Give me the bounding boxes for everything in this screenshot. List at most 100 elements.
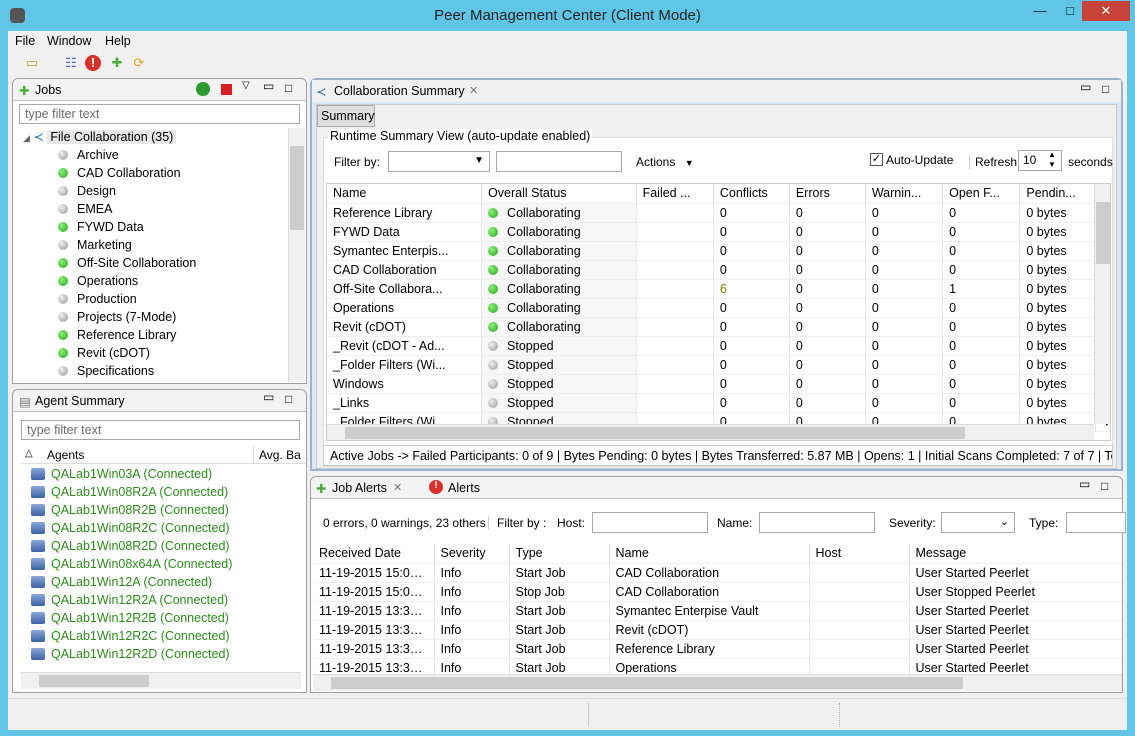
summary-column-header[interactable]: Open F... xyxy=(942,184,1021,204)
alerts-column-header[interactable]: Received Date xyxy=(313,544,435,564)
summary-table-row[interactable]: _LinksStopped00000 bytes▼00Stopped xyxy=(327,393,1110,413)
tree-item-job[interactable]: Marketing xyxy=(58,236,196,254)
jobs-filter-input[interactable]: type filter text xyxy=(19,104,300,124)
tree-item-job[interactable]: FYWD Data xyxy=(58,218,196,236)
collaboration-summary-tab[interactable]: Collaboration Summary xyxy=(334,84,465,98)
alerts-table-row[interactable]: 11-19-2015 15:01:18 Info Start Job CAD Coll… xyxy=(313,563,1122,583)
minimize-view-icon[interactable]: ▭ xyxy=(1080,80,1091,94)
spinner-arrows-icon[interactable]: ▲ ▼ xyxy=(1048,150,1056,170)
maximize-view-icon[interactable]: □ xyxy=(285,392,292,406)
tree-item-job[interactable]: Reference Library xyxy=(58,326,196,344)
filter-text-input[interactable] xyxy=(496,151,622,172)
alerts-table-row[interactable]: 11-19-2015 13:30:14 Info Start Job Operatio… xyxy=(313,658,1122,674)
tree-item-job[interactable]: Projects (7-Mode) xyxy=(58,308,196,326)
host-filter-input[interactable] xyxy=(592,512,708,533)
alert-icon[interactable]: ! xyxy=(85,55,101,71)
agent-list-item[interactable]: QALab1Win12A (Connected) xyxy=(21,573,301,591)
agent-list-item[interactable]: QALab1Win08R2C (Connected) xyxy=(21,519,301,537)
maximize-view-icon[interactable]: □ xyxy=(285,81,292,95)
minimize-view-icon[interactable]: ▭ xyxy=(263,390,274,404)
agents-filter-input[interactable]: type filter text xyxy=(21,420,300,440)
alerts-column-header[interactable]: Type xyxy=(509,544,610,564)
agents-column-header[interactable]: Agents xyxy=(47,448,84,462)
summary-column-header[interactable]: Errors xyxy=(789,184,866,204)
summary-hscrollbar[interactable] xyxy=(327,424,1094,440)
summary-vscrollbar[interactable] xyxy=(1094,184,1110,424)
agents-hscrollbar[interactable] xyxy=(21,672,301,689)
agent-list-item[interactable]: QALab1Win12R2A (Connected) xyxy=(21,591,301,609)
actions-menu[interactable]: Actions ▼ xyxy=(636,155,694,169)
minimize-view-icon[interactable]: ▭ xyxy=(1079,477,1090,491)
filter-by-select[interactable]: ▼ xyxy=(388,151,490,172)
summary-column-header[interactable]: Failed ... xyxy=(636,184,714,204)
summary-table-row[interactable]: CAD Collaboration Collaborating 0 0 0 0 0 byte… xyxy=(327,260,1110,280)
alerts-table-row[interactable]: 11-19-2015 15:01:18 Info Stop Job CAD Colla… xyxy=(313,582,1122,602)
maximize-view-icon[interactable]: □ xyxy=(1101,479,1108,493)
summary-column-header[interactable]: Pendin... xyxy=(1019,184,1097,204)
summary-table-row[interactable]: WindowsStopped00000 bytes▼00Stopped xyxy=(327,374,1110,394)
summary-table-row[interactable]: Revit (cDOT)Collaborating00000 bytes▼00C… xyxy=(327,317,1110,337)
agent-list-item[interactable]: QALab1Win08R2B (Connected) xyxy=(21,501,301,519)
summary-column-header[interactable]: Conflicts xyxy=(713,184,790,204)
maximize-view-icon[interactable]: □ xyxy=(1102,82,1109,96)
close-tab-icon[interactable]: ✕ xyxy=(469,84,478,97)
new-window-icon[interactable]: ▭ xyxy=(24,55,40,71)
puzzle-icon[interactable]: ✚ xyxy=(109,55,125,71)
agent-list-item[interactable]: QALab1Win08R2D (Connected) xyxy=(21,537,301,555)
summary-table-row[interactable]: Reference Library Collaborating 0 0 0 0 0 byte… xyxy=(327,203,1110,223)
tree-item-job[interactable]: Archive xyxy=(58,146,196,164)
alerts-column-header[interactable]: Message xyxy=(909,544,1122,564)
tree-item-job[interactable]: Off-Site Collaboration xyxy=(58,254,196,272)
minimize-button[interactable]: — xyxy=(1025,1,1055,21)
tree-item-job[interactable]: Production xyxy=(58,290,196,308)
tree-item-job[interactable]: Operations xyxy=(58,272,196,290)
agent-summary-tab[interactable]: Agent Summary xyxy=(35,394,125,408)
view-menu-icon[interactable]: ▽ xyxy=(242,80,250,91)
tree-item-job[interactable]: Revit (cDOT) xyxy=(58,344,196,362)
tree-item-job[interactable]: EMEA xyxy=(58,200,196,218)
summary-table-row[interactable]: FYWD DataCollaborating00000 bytes▼00Comp… xyxy=(327,222,1110,242)
start-job-icon[interactable] xyxy=(196,82,210,96)
minimize-view-icon[interactable]: ▭ xyxy=(263,79,274,93)
name-filter-input[interactable] xyxy=(759,512,875,533)
tree-root-file-collaboration[interactable]: ◢ ≺ File Collaboration (35) xyxy=(23,128,177,146)
severity-select[interactable]: ⌄ xyxy=(941,512,1015,533)
agent-list-item[interactable]: QALab1Win08R2A (Connected) xyxy=(21,483,301,501)
menu-help[interactable]: Help xyxy=(105,34,131,48)
alerts-table-row[interactable]: 11-19-2015 13:30:15 Info Start Job Referenc… xyxy=(313,639,1122,659)
close-tab-icon[interactable]: ✕ xyxy=(393,481,402,494)
jobs-tab[interactable]: Jobs xyxy=(35,83,61,97)
summary-column-header[interactable]: Name xyxy=(327,184,483,204)
summary-table-row[interactable]: Off-Site Collabora... Collaborating 6 0 0 1 0 … xyxy=(327,279,1110,299)
summary-table-row[interactable]: Symantec Enterpis... Collaborating 0 0 0 0 0 b… xyxy=(327,241,1110,261)
list-icon[interactable]: ☷ xyxy=(63,55,79,71)
sync-icon[interactable]: ⟳ xyxy=(131,55,147,71)
job-alerts-tab[interactable]: Job Alerts xyxy=(332,481,387,495)
type-filter-input[interactable] xyxy=(1066,512,1126,533)
alerts-column-header[interactable]: Severity xyxy=(434,544,510,564)
alerts-hscrollbar[interactable] xyxy=(313,674,1122,691)
stop-job-icon[interactable] xyxy=(221,84,232,95)
summary-table-row[interactable]: _Revit (cDOT - Ad...Stopped00000 bytes▼0… xyxy=(327,336,1110,356)
alerts-column-header[interactable]: Name xyxy=(609,544,810,564)
jobs-vscrollbar[interactable] xyxy=(288,128,305,382)
menu-file[interactable]: File xyxy=(15,34,35,48)
auto-update-checkbox[interactable]: ✓ xyxy=(870,153,883,166)
agent-list-item[interactable]: QALab1Win03A (Connected) xyxy=(21,465,301,483)
alerts-table-row[interactable]: 11-19-2015 13:30:15 Info Start Job Revit (c… xyxy=(313,620,1122,640)
agent-list-item[interactable]: QALab1Win12R2B (Connected) xyxy=(21,609,301,627)
agent-list-item[interactable]: QALab1Win12R2D (Connected) xyxy=(21,645,301,663)
summary-subtab[interactable]: Summary xyxy=(317,105,375,127)
menu-window[interactable]: Window xyxy=(47,34,91,48)
agent-list-item[interactable]: QALab1Win08x64A (Connected) xyxy=(21,555,301,573)
tree-item-job[interactable]: CAD Collaboration xyxy=(58,164,196,182)
summary-column-header[interactable]: Overall Status xyxy=(481,184,637,204)
summary-table-row[interactable]: OperationsCollaborating00000 bytes▼00Com… xyxy=(327,298,1110,318)
alerts-column-header[interactable]: Host xyxy=(809,544,910,564)
alerts-tab[interactable]: Alerts xyxy=(448,481,480,495)
summary-table-row[interactable]: _Folder Filters (Wi... Stopped 0 0 0 0 0 bytes… xyxy=(327,355,1110,375)
tree-item-job[interactable]: Specifications xyxy=(58,362,196,380)
agent-list-item[interactable]: QALab1Win12R2C (Connected) xyxy=(21,627,301,645)
alerts-table-row[interactable]: 11-19-2015 13:30:15 Info Start Job Symantec… xyxy=(313,601,1122,621)
tree-item-job[interactable]: Design xyxy=(58,182,196,200)
